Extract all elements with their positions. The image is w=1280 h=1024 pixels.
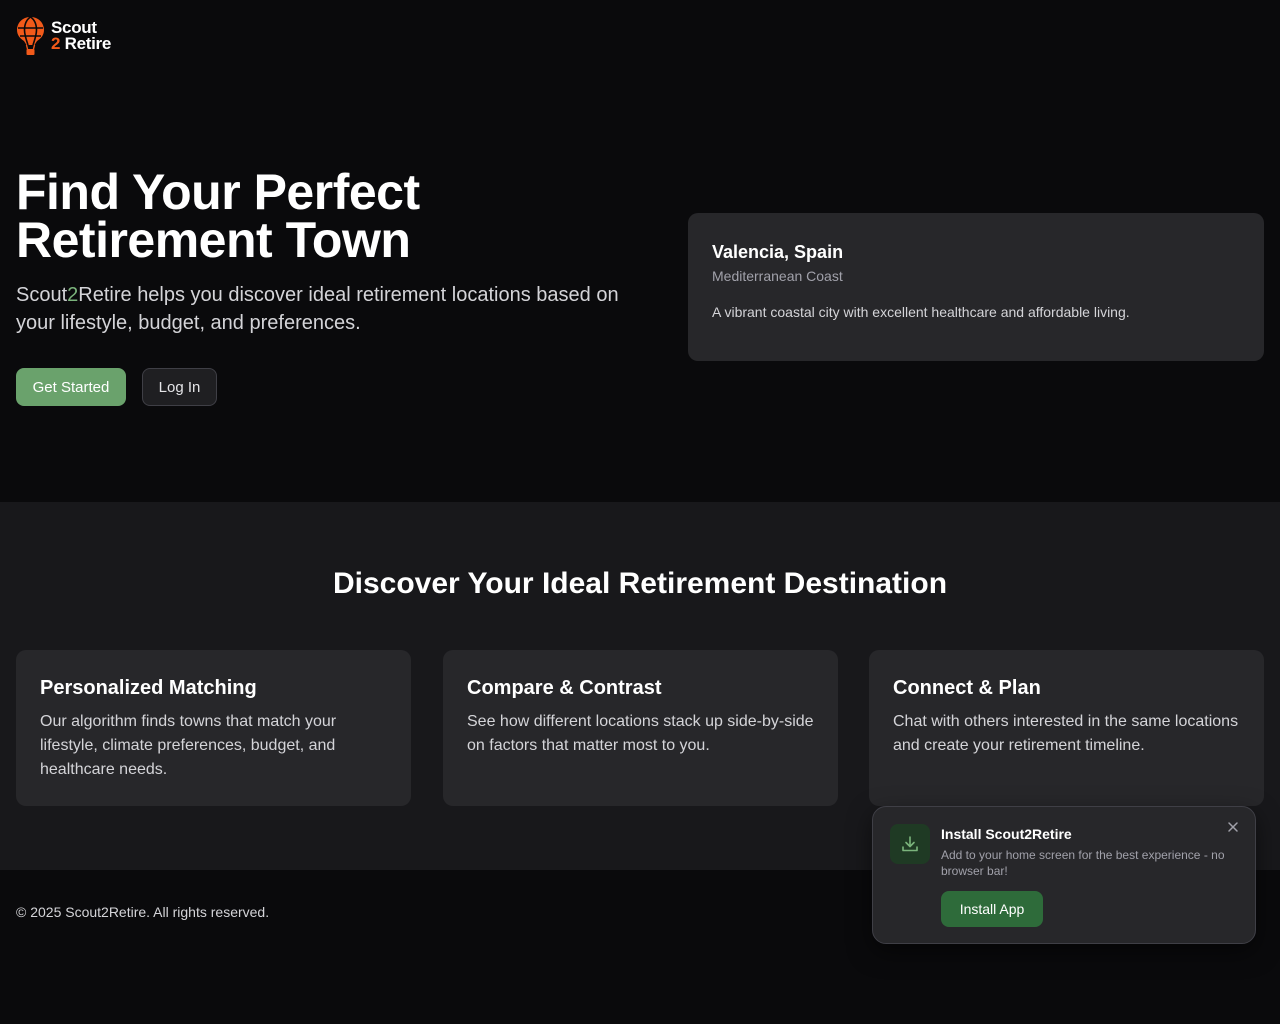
feature-card-title: Personalized Matching (40, 677, 257, 699)
featured-town-card[interactable]: Valencia, Spain Mediterranean Coast A vi… (688, 213, 1264, 361)
features-title: Discover Your Ideal Retirement Destinati… (332, 567, 948, 600)
featured-town-description: A vibrant coastal city with excellent he… (712, 304, 1130, 320)
feature-card-title: Compare & Contrast (467, 677, 662, 699)
hero-title: Find Your Perfect Retirement Town (16, 164, 420, 268)
logo[interactable]: Scout 2 Retire (16, 16, 111, 56)
install-prompt-title: Install Scout2Retire (941, 826, 1072, 842)
landing-page: Scout 2 Retire Find Your Perfect Retirem… (0, 0, 1280, 1024)
hero-subtitle: Scout2Retire helps you discover ideal re… (16, 281, 646, 337)
close-icon[interactable] (1225, 819, 1241, 835)
install-app-button[interactable]: Install App (941, 891, 1043, 927)
feature-card: Personalized Matching Our algorithm find… (16, 650, 411, 806)
logo-word: Retire (64, 34, 112, 53)
hero-subtitle-text: Retire helps you discover ideal retireme… (16, 284, 619, 334)
feature-card-title: Connect & Plan (893, 677, 1041, 699)
feature-card: Connect & Plan Chat with others interest… (869, 650, 1264, 806)
get-started-button[interactable]: Get Started (16, 368, 126, 406)
featured-town-region: Mediterranean Coast (712, 268, 843, 284)
install-prompt-description: Add to your home screen for the best exp… (941, 848, 1225, 878)
hero-subtitle-accent: 2 (67, 284, 79, 306)
feature-card-description: Chat with others interested in the same … (893, 713, 1239, 754)
feature-card-description: See how different locations stack up sid… (467, 713, 814, 754)
feature-card: Compare & Contrast See how different loc… (443, 650, 838, 806)
hero-subtitle-brand: Scout (16, 284, 68, 306)
featured-town-name: Valencia, Spain (712, 242, 844, 262)
logo-number: 2 (51, 34, 61, 53)
logo-wordmark: Scout 2 Retire (51, 19, 112, 53)
footer-copyright: © 2025 Scout2Retire. All rights reserved… (16, 904, 270, 920)
install-app-prompt: Install Scout2Retire Add to your home sc… (872, 806, 1256, 944)
hot-air-balloon-icon (17, 16, 44, 55)
download-icon (890, 824, 930, 864)
log-in-button[interactable]: Log In (142, 368, 217, 406)
feature-card-description: Our algorithm finds towns that match you… (40, 713, 337, 778)
